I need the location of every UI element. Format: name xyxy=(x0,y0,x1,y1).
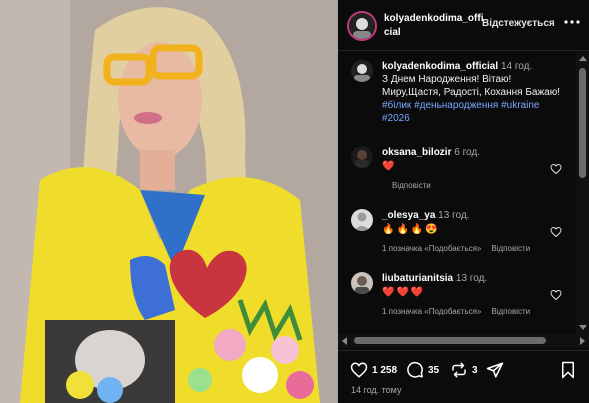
comment-meta: Відповісти xyxy=(382,181,441,190)
commenter-avatar[interactable] xyxy=(351,146,373,168)
save-action[interactable] xyxy=(560,361,580,379)
scroll-down-arrow[interactable] xyxy=(579,325,587,330)
bookmark-icon[interactable] xyxy=(560,361,576,379)
repost-icon[interactable] xyxy=(450,361,468,379)
caption-hashtags[interactable]: #білик #деньнародження #ukraine #2026 xyxy=(382,100,539,124)
caption: kolyadenkodima_official 14 год. З Днем Н… xyxy=(338,58,576,130)
caption-author-avatar[interactable] xyxy=(351,60,373,82)
reply-button[interactable]: Відповісти xyxy=(392,181,431,190)
caption-time: 14 год. xyxy=(500,61,533,72)
horizontal-scrollbar-thumb[interactable] xyxy=(354,337,546,344)
caption-text: kolyadenkodima_official 14 год. З Днем Н… xyxy=(382,60,562,125)
comment-time: 13 год. xyxy=(438,210,470,221)
horizontal-scrollbar[interactable] xyxy=(338,334,589,347)
share-icon[interactable] xyxy=(486,361,504,379)
comment-header: _olesya_ya 13 год. xyxy=(382,209,562,222)
scroll-left-arrow[interactable] xyxy=(342,337,347,345)
comment-time: 6 год. xyxy=(454,147,480,158)
post-age: 14 год. тому xyxy=(351,385,402,395)
heart-icon[interactable] xyxy=(550,225,562,238)
heart-icon[interactable] xyxy=(350,361,368,379)
like-count: 1 258 xyxy=(372,364,398,376)
caption-body: З Днем Народження! Вітаю! Миру,Щастя, Ра… xyxy=(382,74,561,98)
commenter-avatar[interactable] xyxy=(351,209,373,231)
comment-meta: 1 позначка «Подобається» Відповісти xyxy=(382,244,540,253)
comment-icon[interactable] xyxy=(406,361,424,379)
caption-username[interactable]: kolyadenkodima_official xyxy=(382,61,498,72)
comment-header: oksana_bilozir 6 год. xyxy=(382,146,562,159)
comment-time: 13 год. xyxy=(455,273,488,284)
comment-count: 35 xyxy=(428,364,440,376)
heart-icon[interactable] xyxy=(550,162,562,175)
comment-meta: 1 позначка «Подобається» Відповісти xyxy=(382,307,540,316)
scroll-up-arrow[interactable] xyxy=(579,56,587,61)
scroll-right-arrow[interactable] xyxy=(580,337,585,345)
comment-text: 🔥🔥🔥😍 xyxy=(382,224,440,235)
author-avatar[interactable] xyxy=(347,11,377,41)
comments-list: kolyadenkodima_official 14 год. З Днем Н… xyxy=(338,52,576,334)
comment-text: ❤️❤️❤️ xyxy=(382,287,426,298)
commenter-avatar[interactable] xyxy=(351,272,373,294)
post-details-panel: kolyadenkodima_official Відстежується ko… xyxy=(338,0,589,403)
comment-item: liubaturianitsia 13 год. ❤️❤️❤️ 1 познач… xyxy=(338,270,576,330)
repost-count: 3 xyxy=(472,364,478,376)
repost-action[interactable]: 3 xyxy=(450,361,478,379)
commenter-username[interactable]: oksana_bilozir xyxy=(382,147,451,158)
like-action[interactable]: 1 258 xyxy=(350,361,397,379)
comment-item: _olesya_ya 13 год. 🔥🔥🔥😍 1 позначка «Подо… xyxy=(338,207,576,259)
comment-likes[interactable]: 1 позначка «Подобається» xyxy=(382,244,481,253)
following-button[interactable]: Відстежується xyxy=(482,18,555,29)
reply-button[interactable]: Відповісти xyxy=(491,307,530,316)
comment-likes[interactable]: 1 позначка «Подобається» xyxy=(382,307,481,316)
comment-action[interactable]: 35 xyxy=(406,361,439,379)
comments-scrollbar[interactable] xyxy=(576,52,589,334)
commenter-username[interactable]: _olesya_ya xyxy=(382,210,435,221)
comment-header: liubaturianitsia 13 год. xyxy=(382,272,562,285)
reply-button[interactable]: Відповісти xyxy=(491,244,530,253)
post-photo xyxy=(0,0,338,403)
more-icon[interactable] xyxy=(564,14,580,30)
author-username[interactable]: kolyadenkodima_official xyxy=(384,12,484,40)
action-bar: 1 258 35 3 xyxy=(338,350,589,386)
comment-item: oksana_bilozir 6 год. ❤️ Відповісти xyxy=(338,144,576,196)
scrollbar-thumb[interactable] xyxy=(579,68,586,178)
comment-text: ❤️ xyxy=(382,161,397,172)
post-header: kolyadenkodima_official Відстежується xyxy=(338,0,589,51)
commenter-username[interactable]: liubaturianitsia xyxy=(382,273,453,284)
share-action[interactable] xyxy=(486,361,508,379)
heart-icon[interactable] xyxy=(550,288,562,301)
